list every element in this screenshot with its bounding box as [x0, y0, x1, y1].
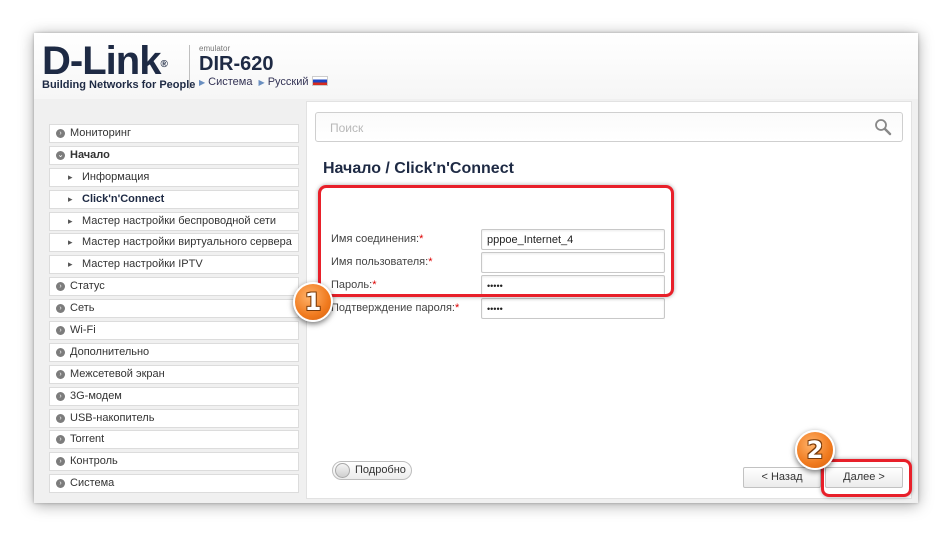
breadcrumb-arrow-icon: ▶ [199, 78, 206, 87]
sidebar-subitem-virtual-server-wizard[interactable]: ▸ Мастер настройки виртуального сервера [49, 233, 299, 253]
header-divider [189, 45, 190, 89]
dlink-logo: D-Link® Building Networks for People [42, 41, 195, 91]
sidebar-item-firewall[interactable]: › Межсетевой экран [49, 364, 299, 384]
search-icon[interactable] [874, 118, 892, 136]
step-1-badge: 1 [293, 282, 333, 322]
search-input[interactable] [328, 114, 872, 142]
chevron-right-icon: › [56, 347, 65, 357]
chevron-right-icon: › [56, 479, 65, 489]
logo-tagline: Building Networks for People [42, 79, 196, 91]
confirm-password-field[interactable] [481, 298, 665, 319]
sidebar-item-system[interactable]: › Система [49, 474, 299, 494]
chevron-right-icon: › [56, 129, 65, 138]
chevron-down-icon: ⌄ [56, 150, 65, 160]
arrow-right-icon: ▸ [68, 193, 73, 204]
required-mark: * [454, 302, 460, 314]
chevron-right-icon: › [56, 413, 65, 423]
breadcrumb-system-link[interactable]: Система [208, 76, 252, 88]
sidebar-item-torrent[interactable]: › Torrent [49, 430, 299, 450]
breadcrumb-arrow-icon: ▶ [258, 78, 265, 87]
sidebar-item-start[interactable]: ⌄ Начало [49, 145, 299, 165]
arrow-right-icon: ▸ [68, 171, 73, 182]
chevron-right-icon: › [56, 391, 65, 401]
model-block: emulator DIR-620 ▶ Система ▶ Русский [199, 44, 328, 88]
sidebar-item-monitoring[interactable]: › Мониторинг [49, 124, 299, 143]
logo-text: D-Link [42, 39, 161, 83]
back-button[interactable]: < Назад [743, 467, 821, 488]
sidebar-subitem-wireless-wizard[interactable]: ▸ Мастер настройки беспроводной сети [49, 211, 299, 231]
chevron-right-icon: › [56, 369, 65, 379]
step-2-badge: 2 [795, 430, 835, 470]
arrow-right-icon: ▸ [68, 259, 73, 270]
header: D-Link® Building Networks for People emu… [34, 33, 918, 99]
toggle-knob [335, 463, 350, 478]
model-name: DIR-620 [199, 53, 274, 75]
sidebar-item-3g-modem[interactable]: › 3G-модем [49, 386, 299, 406]
next-button-highlight-box [821, 459, 912, 497]
sidebar-subitem-click-n-connect[interactable]: ▸ Click'n'Connect [49, 189, 299, 209]
emulator-label: emulator [199, 44, 231, 53]
sidebar-nav: › Мониторинг ⌄ Начало ▸ Информация ▸ Click'n… [49, 124, 299, 496]
form-highlight-box [318, 185, 674, 297]
sidebar-subitem-information[interactable]: ▸ Информация [49, 167, 299, 187]
chevron-right-icon: › [56, 282, 65, 292]
arrow-right-icon: ▸ [68, 237, 73, 248]
search-box [315, 112, 903, 142]
page-title: Начало / Click'n'Connect [323, 160, 514, 177]
sidebar-item-advanced[interactable]: › Дополнительно [49, 342, 299, 362]
breadcrumb: ▶ Система ▶ Русский [199, 76, 328, 88]
sidebar-item-usb-storage[interactable]: › USB-накопитель [49, 408, 299, 428]
language-link[interactable]: Русский [268, 76, 309, 88]
chevron-right-icon: › [56, 326, 65, 336]
chevron-right-icon: › [56, 435, 65, 445]
registered-mark: ® [160, 59, 167, 70]
arrow-right-icon: ▸ [68, 215, 73, 226]
chevron-right-icon: › [56, 304, 65, 314]
sidebar-subitem-iptv-wizard[interactable]: ▸ Мастер настройки IPTV [49, 255, 299, 275]
sidebar-item-network[interactable]: › Сеть [49, 299, 299, 319]
confirm-password-label: Подтверждение пароля: [331, 302, 455, 314]
sidebar-item-status[interactable]: › Статус [49, 277, 299, 297]
sidebar-item-control[interactable]: › Контроль [49, 452, 299, 472]
sidebar-item-wifi[interactable]: › Wi-Fi [49, 321, 299, 341]
details-toggle[interactable]: Подробно [332, 461, 412, 480]
details-toggle-label: Подробно [355, 464, 406, 476]
chevron-right-icon: › [56, 457, 65, 467]
russian-flag-icon [311, 76, 328, 86]
